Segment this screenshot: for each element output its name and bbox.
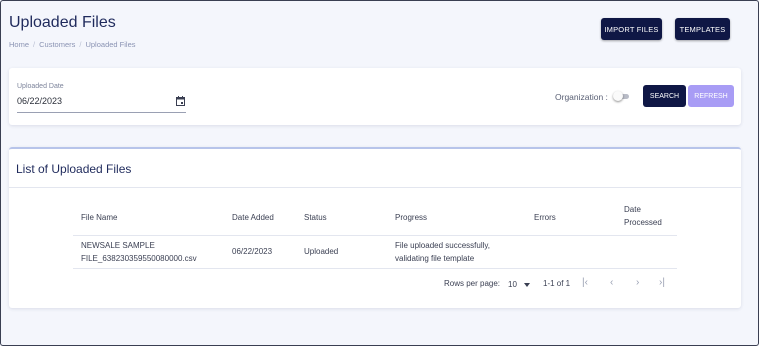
chevron-down-icon[interactable] [524, 283, 530, 287]
search-button[interactable]: SEARCH [643, 85, 686, 107]
cell-progress: File uploaded successfully, validating f… [395, 239, 490, 265]
uploaded-files-panel: List of Uploaded Files File Name Date Ad… [9, 147, 741, 308]
rows-per-page-label: Rows per page: [444, 279, 501, 288]
header-divider [73, 235, 677, 236]
pagination-range: 1-1 of 1 [543, 279, 571, 288]
last-page-icon[interactable]: ›| [659, 277, 665, 288]
breadcrumb: Home / Customers / Uploaded Files [9, 40, 136, 49]
toggle-knob [613, 91, 623, 101]
column-header-errors[interactable]: Errors [534, 211, 556, 224]
organization-toggle[interactable] [613, 91, 629, 101]
progress-line2: validating file template [395, 254, 475, 263]
next-page-icon[interactable]: › [636, 277, 639, 288]
column-header-status[interactable]: Status [304, 211, 327, 224]
calendar-icon[interactable] [176, 96, 185, 106]
breadcrumb-separator: / [79, 40, 82, 49]
column-header-date-processed[interactable]: Date Processed [624, 203, 662, 229]
file-name-line1: NEWSALE SAMPLE [81, 241, 155, 250]
column-header-date-processed-line2: Processed [624, 218, 662, 227]
templates-button[interactable]: TEMPLATES [675, 18, 730, 40]
column-header-file-name[interactable]: File Name [81, 211, 117, 224]
uploaded-date-underline [17, 112, 186, 113]
progress-line1: File uploaded successfully, [395, 241, 491, 250]
uploaded-date-label: Uploaded Date [17, 83, 64, 90]
refresh-button[interactable]: REFRESH [688, 85, 734, 107]
cell-status: Uploaded [304, 247, 339, 256]
column-header-date-added[interactable]: Date Added [232, 211, 274, 224]
cell-file-name: NEWSALE SAMPLE FILE_638230359550080000.c… [81, 239, 197, 265]
list-title: List of Uploaded Files [16, 162, 132, 176]
breadcrumb-uploaded-files: Uploaded Files [85, 40, 136, 49]
first-page-icon[interactable]: |‹ [582, 277, 588, 288]
file-name-line2: FILE_638230359550080000.csv [81, 254, 197, 263]
page-title: Uploaded Files [9, 14, 116, 31]
import-files-button[interactable]: IMPORT FILES [601, 18, 662, 40]
breadcrumb-customers[interactable]: Customers [39, 40, 75, 49]
row-divider [73, 268, 677, 269]
filter-panel: Uploaded Date 06/22/2023 Organization : … [9, 68, 741, 125]
uploaded-date-input[interactable]: 06/22/2023 [17, 96, 62, 106]
organization-label: Organization : [555, 92, 608, 102]
rows-per-page-select[interactable]: 10 [508, 280, 517, 289]
previous-page-icon[interactable]: ‹ [610, 277, 613, 288]
cell-date-added: 06/22/2023 [232, 247, 273, 256]
list-divider [9, 187, 741, 188]
column-header-progress[interactable]: Progress [395, 211, 427, 224]
breadcrumb-home[interactable]: Home [9, 40, 29, 49]
column-header-date-processed-line1: Date [624, 205, 641, 214]
breadcrumb-separator: / [33, 40, 36, 49]
